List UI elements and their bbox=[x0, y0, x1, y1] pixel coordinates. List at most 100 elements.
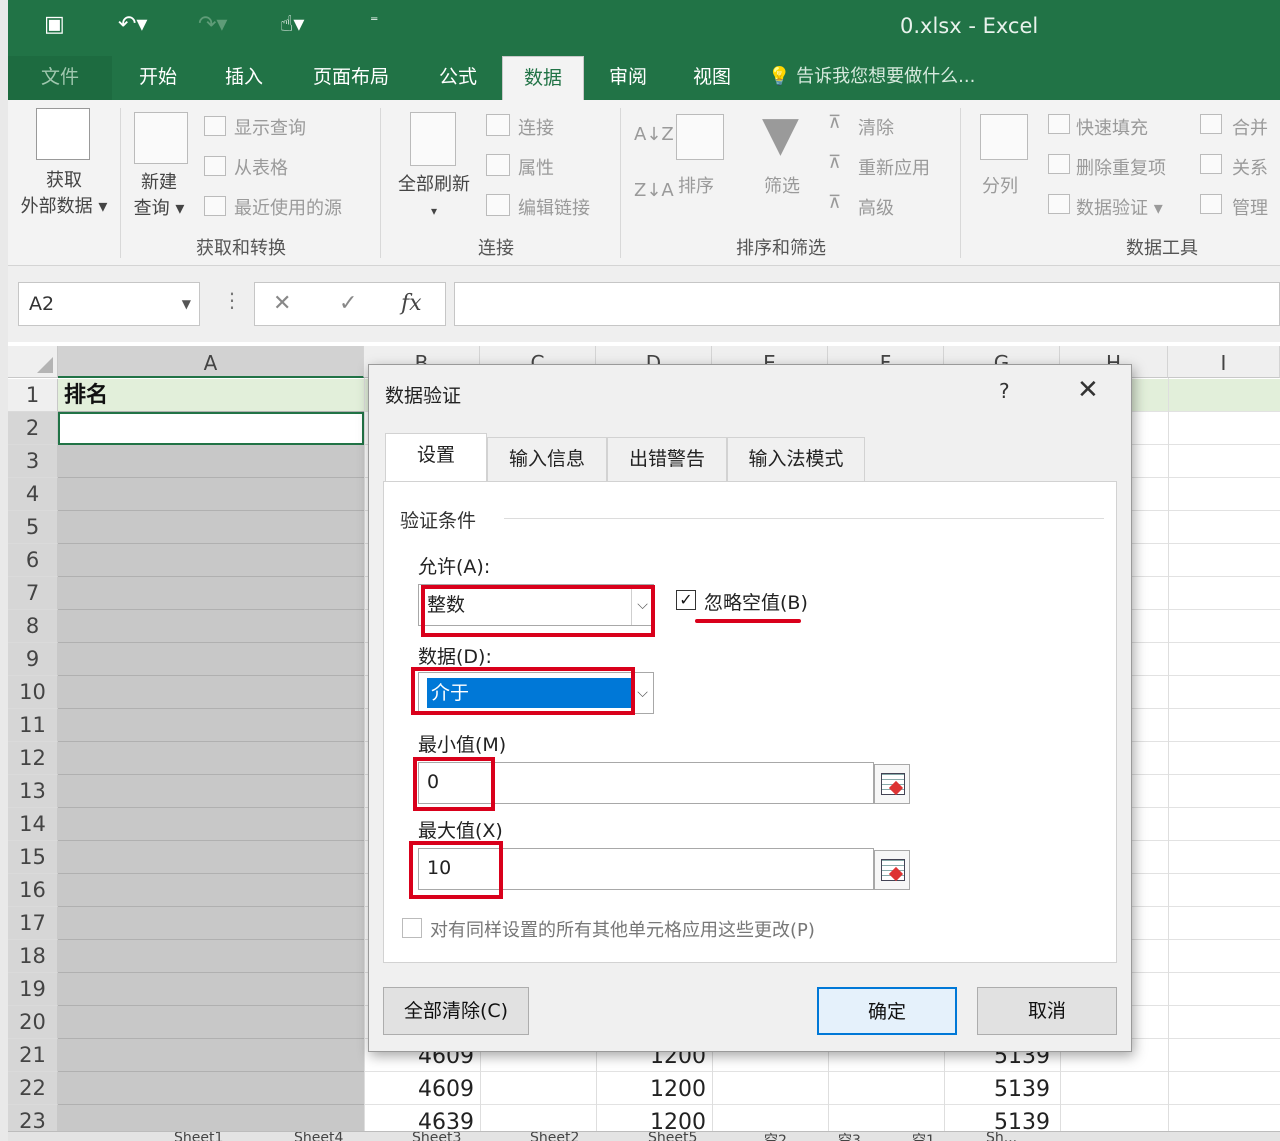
row-header[interactable]: 6 bbox=[8, 544, 58, 577]
cell-value[interactable]: 5139 bbox=[944, 1110, 1050, 1132]
row-header[interactable]: 2 bbox=[8, 412, 58, 445]
cell-a[interactable] bbox=[58, 1072, 364, 1105]
row-header[interactable]: 9 bbox=[8, 643, 58, 676]
row-header[interactable]: 17 bbox=[8, 907, 58, 940]
flash-fill-button[interactable]: 快速填充 bbox=[1076, 114, 1148, 140]
cell-a[interactable] bbox=[58, 874, 364, 907]
relationships-button[interactable]: 关系 bbox=[1232, 154, 1268, 180]
row-header[interactable]: 4 bbox=[8, 478, 58, 511]
tab-ime-mode[interactable]: 输入法模式 bbox=[727, 437, 865, 481]
chevron-down-icon[interactable]: ▼ bbox=[182, 283, 191, 325]
cell-a[interactable] bbox=[58, 808, 364, 841]
row-header[interactable]: 8 bbox=[8, 610, 58, 643]
remove-duplicates-button[interactable]: 删除重复项 bbox=[1076, 154, 1166, 180]
cell-a[interactable] bbox=[58, 643, 364, 676]
cell-a[interactable] bbox=[58, 610, 364, 643]
insert-function-icon[interactable]: fx bbox=[401, 291, 422, 316]
close-icon[interactable]: ✕ bbox=[1077, 375, 1099, 405]
cell-value[interactable]: 4639 bbox=[364, 1110, 474, 1132]
tab-home[interactable]: 开始 bbox=[118, 56, 198, 100]
data-validation-button[interactable]: 数据验证 ▾ bbox=[1076, 194, 1163, 220]
cancel-edit-icon[interactable]: ✕ bbox=[273, 291, 291, 316]
row-header[interactable]: 3 bbox=[8, 445, 58, 478]
clear-filter-button[interactable]: 清除 bbox=[858, 114, 894, 140]
tab-formulas[interactable]: 公式 bbox=[420, 56, 496, 100]
row-header[interactable]: 18 bbox=[8, 940, 58, 973]
save-icon[interactable]: ▣ bbox=[44, 12, 65, 37]
cell-a[interactable] bbox=[58, 907, 364, 940]
row-header[interactable]: 1 bbox=[8, 379, 58, 412]
tab-error-alert[interactable]: 出错警告 bbox=[607, 437, 727, 481]
help-button[interactable]: ? bbox=[999, 379, 1010, 403]
cell-value[interactable]: 1200 bbox=[596, 1077, 706, 1102]
cell-a1[interactable]: 排名 bbox=[58, 379, 364, 412]
cell-a[interactable] bbox=[58, 742, 364, 775]
sheet-tab[interactable]: 空2 bbox=[764, 1132, 787, 1141]
row-header[interactable]: 13 bbox=[8, 775, 58, 808]
row-header[interactable]: 10 bbox=[8, 676, 58, 709]
row-header[interactable]: 7 bbox=[8, 577, 58, 610]
name-box[interactable]: A2 ▼ bbox=[18, 282, 200, 326]
cell-a[interactable] bbox=[58, 841, 364, 874]
tab-data[interactable]: 数据 bbox=[502, 56, 584, 100]
ignore-blank-label[interactable]: 忽略空值(B) bbox=[704, 588, 808, 615]
column-header[interactable]: I bbox=[1168, 346, 1280, 378]
advanced-filter-button[interactable]: 高级 bbox=[858, 194, 894, 220]
row-header[interactable]: 14 bbox=[8, 808, 58, 841]
get-external-data-button[interactable]: 获取 外部数据 ▾ bbox=[12, 168, 116, 220]
tab-review[interactable]: 审阅 bbox=[590, 56, 666, 100]
cell-a[interactable] bbox=[58, 709, 364, 742]
connections-button[interactable]: 连接 bbox=[518, 114, 554, 140]
sheet-tab[interactable]: Sheet3 bbox=[412, 1132, 461, 1141]
row-header[interactable]: 22 bbox=[8, 1072, 58, 1105]
row-header[interactable]: 5 bbox=[8, 511, 58, 544]
sheet-tab[interactable]: 空1 bbox=[912, 1132, 935, 1141]
select-all-corner[interactable] bbox=[8, 346, 58, 378]
cell-a[interactable] bbox=[58, 1039, 364, 1072]
sheet-tab[interactable]: Sheet4 bbox=[294, 1132, 343, 1141]
row-header[interactable]: 16 bbox=[8, 874, 58, 907]
sheet-tab[interactable]: Sheet5 bbox=[648, 1132, 697, 1141]
touch-mode-icon[interactable]: ☝▾ bbox=[280, 12, 304, 37]
manage-data-model-button[interactable]: 管理 bbox=[1232, 194, 1268, 220]
edit-links-button[interactable]: 编辑链接 bbox=[518, 194, 590, 220]
sheet-tab[interactable]: Sheet2 bbox=[530, 1132, 579, 1141]
cell-a[interactable] bbox=[58, 478, 364, 511]
filter-button[interactable]: 筛选 bbox=[764, 172, 800, 198]
new-query-button[interactable]: 新建 查询 ▾ bbox=[128, 170, 190, 222]
range-select-button[interactable] bbox=[874, 850, 910, 890]
properties-button[interactable]: 属性 bbox=[518, 154, 554, 180]
cell-a[interactable] bbox=[58, 676, 364, 709]
cell-a[interactable] bbox=[58, 940, 364, 973]
sort-desc-icon[interactable]: Z↓A bbox=[634, 180, 674, 201]
sheet-tab[interactable]: Sh... bbox=[986, 1132, 1017, 1141]
tab-view[interactable]: 视图 bbox=[674, 56, 750, 100]
row-header[interactable]: 15 bbox=[8, 841, 58, 874]
cell-a[interactable] bbox=[58, 577, 364, 610]
consolidate-button[interactable]: 合并 bbox=[1232, 114, 1268, 140]
tab-page-layout[interactable]: 页面布局 bbox=[298, 56, 404, 100]
range-select-button[interactable] bbox=[874, 764, 910, 804]
sheet-tab[interactable]: Sheet1 bbox=[174, 1132, 223, 1141]
column-header[interactable]: A bbox=[58, 346, 364, 378]
cancel-button[interactable]: 取消 bbox=[977, 987, 1117, 1035]
row-header[interactable]: 12 bbox=[8, 742, 58, 775]
cell-a[interactable] bbox=[58, 775, 364, 808]
sheet-tab[interactable]: 空3 bbox=[838, 1132, 861, 1141]
customize-qat-icon[interactable]: ⁼ bbox=[370, 12, 378, 31]
row-header[interactable]: 23 bbox=[8, 1105, 58, 1132]
formula-input[interactable] bbox=[454, 282, 1280, 326]
sort-button[interactable]: 排序 bbox=[678, 172, 714, 198]
cell-a[interactable] bbox=[58, 412, 364, 445]
cell-a[interactable] bbox=[58, 445, 364, 478]
cell-a[interactable] bbox=[58, 511, 364, 544]
undo-icon[interactable]: ↶▾ bbox=[118, 12, 147, 37]
tab-settings[interactable]: 设置 bbox=[385, 433, 487, 481]
apply-to-all-label[interactable]: 对有同样设置的所有其他单元格应用这些更改(P) bbox=[430, 916, 815, 942]
tab-file[interactable]: 文件 bbox=[8, 56, 112, 100]
tab-insert[interactable]: 插入 bbox=[204, 56, 284, 100]
from-table-button[interactable]: 从表格 bbox=[234, 154, 288, 180]
ok-button[interactable]: 确定 bbox=[817, 987, 957, 1035]
recent-sources-button[interactable]: 最近使用的源 bbox=[234, 194, 342, 220]
row-header[interactable]: 11 bbox=[8, 709, 58, 742]
